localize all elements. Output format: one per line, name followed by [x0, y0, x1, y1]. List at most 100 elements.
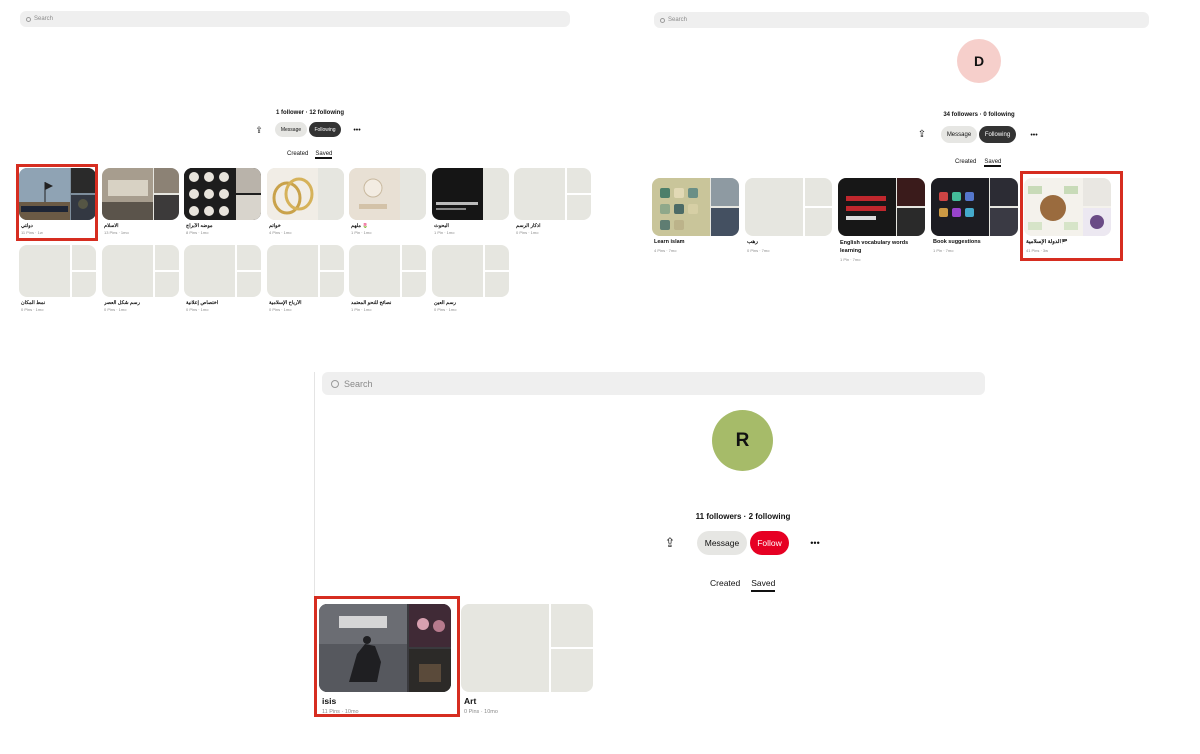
board-meta: 0 Pins · 1mo: [434, 307, 457, 312]
board-title: الأرباح الإسلامية: [269, 300, 302, 306]
share-icon[interactable]: ⇪: [252, 123, 266, 137]
tab-saved[interactable]: Saved: [315, 151, 333, 159]
board-title: English vocabulary words learning: [840, 240, 909, 254]
board-meta: 0 Pins · 1mo: [104, 307, 127, 312]
board-card[interactable]: اختصاص إعلانية 0 Pins · 1mo: [184, 245, 261, 315]
board-meta: 1 Pin · 1mo: [351, 307, 372, 312]
board-cover-image: [267, 168, 344, 220]
board-title: اختصاص إعلانية: [186, 300, 219, 306]
avatar: D: [957, 39, 1001, 83]
tab-saved[interactable]: Saved: [751, 578, 776, 592]
highlight-box: [314, 596, 460, 717]
search-placeholder: Search: [344, 378, 373, 389]
board-meta: 13 Pins · 1mo: [104, 230, 129, 235]
board-cover-image: [931, 178, 1018, 236]
board-title: Book suggestions: [933, 239, 981, 245]
board-card[interactable]: Book suggestions 1 Pin · 7mo: [931, 178, 1018, 258]
board-card[interactable]: موضه الأبراج 8 Pins · 1mo: [184, 168, 261, 238]
board-title: رسم شكل العصر: [104, 300, 140, 306]
board-card[interactable]: اذكار الرسم 0 Pins · 1mo: [514, 168, 591, 238]
board-title: ملهم 🌷: [351, 223, 369, 229]
search-icon: [26, 16, 31, 22]
search-input[interactable]: Search: [322, 372, 985, 395]
avatar: R: [712, 410, 773, 471]
board-meta: 0 Pins · 1mo: [186, 307, 209, 312]
board-card[interactable]: البحوث 1 Pin · 1mo: [432, 168, 509, 238]
board-cover-image: [102, 168, 179, 220]
more-icon[interactable]: •••: [350, 124, 364, 136]
board-meta: 0 Pins · 7mo: [747, 248, 770, 253]
board-title: خواتم: [269, 223, 281, 229]
board-card[interactable]: الأرباح الإسلامية 0 Pins · 1mo: [267, 245, 344, 315]
profile-tabs: Created Saved: [710, 578, 776, 592]
tab-created[interactable]: Created: [955, 159, 976, 167]
follow-button[interactable]: Follow: [750, 531, 789, 555]
board-title: نصائح للنحو المعتمد: [351, 300, 392, 306]
board-card[interactable]: نمط المكان 0 Pins · 1mo: [19, 245, 96, 315]
board-card[interactable]: رهب 0 Pins · 7mo: [745, 178, 832, 258]
board-title: موضه الأبراج: [186, 223, 213, 229]
board-cover-image: [432, 168, 509, 220]
board-title: نمط المكان: [21, 300, 46, 306]
board-title: Art: [464, 696, 477, 706]
message-button[interactable]: Message: [941, 126, 977, 143]
board-cover-image: [838, 178, 925, 236]
tab-created[interactable]: Created: [710, 578, 740, 592]
search-placeholder: Search: [34, 16, 54, 22]
board-meta: 1 Pin · 7mo: [840, 257, 861, 262]
message-button[interactable]: Message: [697, 531, 747, 555]
message-button[interactable]: Message: [275, 122, 307, 137]
search-input[interactable]: Search: [654, 12, 1149, 28]
share-icon[interactable]: ⇪: [661, 534, 679, 552]
following-button[interactable]: Following: [979, 126, 1016, 143]
board-meta: 1 Pin · 1mo: [434, 230, 455, 235]
more-icon[interactable]: •••: [806, 536, 824, 550]
search-icon: [660, 17, 665, 23]
board-title: البحوث: [434, 223, 449, 229]
search-icon: [331, 379, 339, 388]
board-card[interactable]: Art 0 Pins · 10mo: [461, 604, 593, 716]
board-title: اذكار الرسم: [516, 223, 541, 229]
profile-tabs: Created Saved: [287, 151, 333, 159]
board-card[interactable]: English vocabulary words learning 1 Pin …: [838, 178, 925, 268]
board-meta: 1 Pin · 1mo: [351, 230, 372, 235]
board-meta: 4 Pins · 7mo: [654, 248, 677, 253]
board-meta: 0 Pins · 1mo: [516, 230, 539, 235]
follower-stats: 34 followers · 0 following: [943, 112, 1015, 118]
board-meta: 0 Pins · 1mo: [21, 307, 44, 312]
board-card[interactable]: الاسلام 13 Pins · 1mo: [102, 168, 179, 238]
board-meta: 8 Pins · 1mo: [186, 230, 209, 235]
profile-tabs: Created Saved: [955, 159, 1002, 167]
tab-saved[interactable]: Saved: [984, 159, 1002, 167]
board-cover-image: [184, 168, 261, 220]
board-meta: 4 Pins · 1mo: [269, 230, 292, 235]
follower-stats: 11 followers · 2 following: [695, 512, 791, 521]
board-meta: 0 Pins · 10mo: [464, 709, 498, 715]
board-title: رهب: [747, 239, 758, 245]
board-title: رسم العين: [434, 300, 456, 306]
follower-stats: 1 follower · 12 following: [275, 110, 344, 116]
board-card[interactable]: Learn islam 4 Pins · 7mo: [652, 178, 739, 258]
highlight-box: [16, 164, 98, 241]
board-card[interactable]: رسم شكل العصر 0 Pins · 1mo: [102, 245, 179, 315]
board-title: Learn islam: [654, 239, 685, 245]
highlight-box: [1020, 171, 1123, 261]
search-placeholder: Search: [668, 17, 688, 23]
tab-created[interactable]: Created: [287, 151, 308, 159]
board-meta: 0 Pins · 1mo: [269, 307, 292, 312]
search-input[interactable]: Search: [20, 11, 570, 27]
board-card[interactable]: رسم العين 0 Pins · 1mo: [432, 245, 509, 315]
board-card[interactable]: نصائح للنحو المعتمد 1 Pin · 1mo: [349, 245, 426, 315]
board-meta: 1 Pin · 7mo: [933, 248, 954, 253]
more-icon[interactable]: •••: [1027, 129, 1041, 141]
board-title: الاسلام: [104, 223, 119, 229]
profile-panel-3: Search R 11 followers · 2 following ⇪ Me…: [314, 360, 1014, 754]
following-button[interactable]: Following: [309, 122, 341, 137]
profile-panel-2: Search D 34 followers · 0 following ⇪ Me…: [640, 0, 1200, 330]
profile-panel-1: Search 1 follower · 12 following ⇪ Messa…: [0, 0, 600, 330]
share-icon[interactable]: ⇪: [915, 127, 929, 141]
board-card[interactable]: ملهم 🌷 1 Pin · 1mo: [349, 168, 426, 238]
board-card[interactable]: خواتم 4 Pins · 1mo: [267, 168, 344, 238]
board-cover-image: [349, 168, 426, 220]
board-cover-image: [652, 178, 739, 236]
